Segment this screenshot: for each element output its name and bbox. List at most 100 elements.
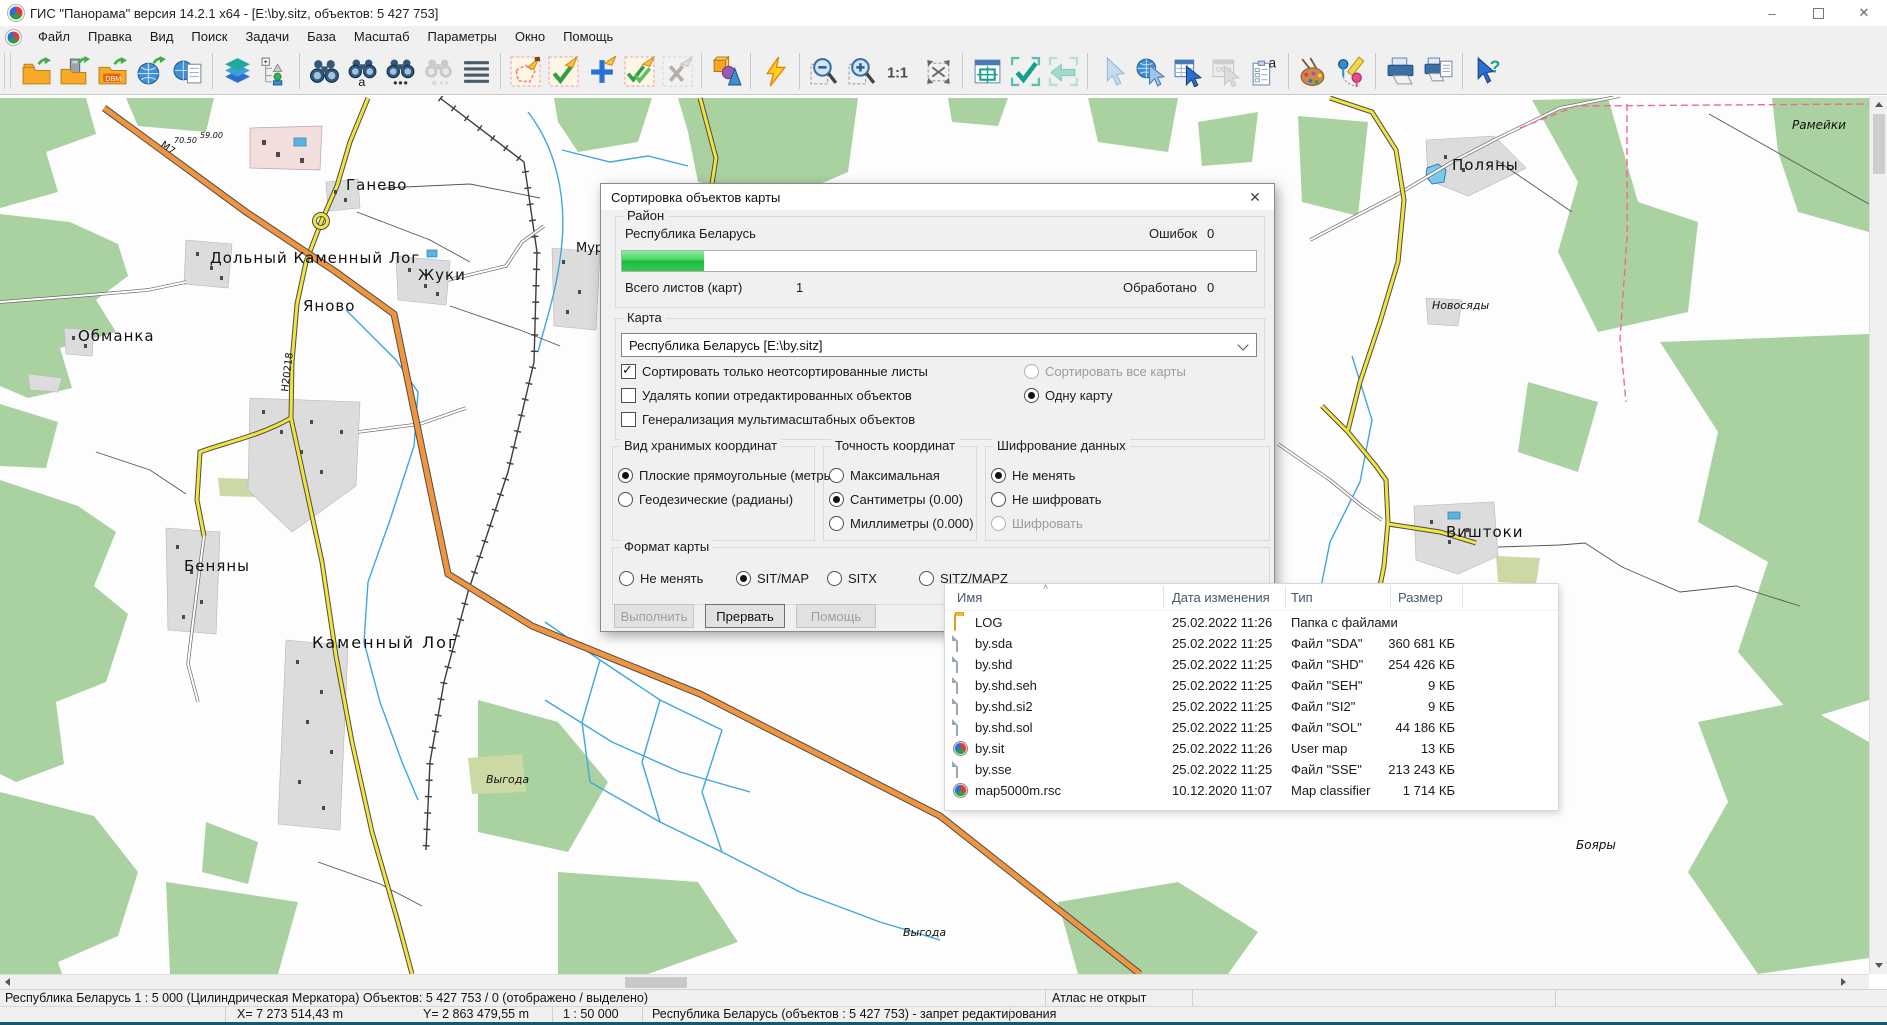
column-name[interactable]: Имя (957, 590, 982, 605)
task-panel-icon[interactable] (968, 50, 1006, 92)
column-type[interactable]: Тип (1291, 590, 1313, 605)
file-name: map5000m.rsc (975, 783, 1061, 798)
radio-coords-list-1[interactable]: Геодезические (радианы) (618, 492, 837, 507)
menu-item-7[interactable]: Параметры (419, 26, 506, 48)
radio-precision-list-1[interactable]: Сантиметры (0.00) (829, 492, 974, 507)
open-map-icon[interactable] (17, 50, 55, 92)
map-label: 59.00 (200, 131, 223, 140)
menu-item-5[interactable]: База (298, 26, 345, 48)
radio-precision-list-2[interactable]: Миллиметры (0.000) (829, 516, 974, 531)
print-preview-icon[interactable] (1419, 50, 1457, 92)
measurements-icon[interactable] (1332, 50, 1370, 92)
file-row[interactable]: by.sit25.02.2022 11:26User map13 КБ (945, 738, 1558, 759)
vertical-scroll-thumb[interactable] (1873, 114, 1885, 174)
file-row[interactable]: by.shd.seh25.02.2022 11:25Файл "SEH"9 КБ (945, 675, 1558, 696)
close-button[interactable]: ✕ (1841, 0, 1887, 26)
radio-scope-list-1[interactable]: Одну карту (1024, 388, 1186, 403)
print-icon[interactable] (1381, 50, 1419, 92)
fit-to-window-icon[interactable] (919, 50, 957, 92)
menu-item-0[interactable]: Файл (29, 26, 79, 48)
scroll-left-icon[interactable] (5, 978, 10, 986)
maximize-button[interactable] (1795, 0, 1841, 26)
radio-format-list-0[interactable]: Не менять (619, 571, 703, 586)
map-passport-icon[interactable] (169, 50, 207, 92)
file-row[interactable]: map5000m.rsc10.12.2020 11:07Map classifi… (945, 780, 1558, 801)
pointer-table-icon[interactable] (1169, 50, 1207, 92)
scale-1-1-icon[interactable]: 1:1 (881, 50, 919, 92)
errors-value: 0 (1207, 226, 1214, 241)
toolbar-grip[interactable] (4, 53, 11, 89)
view-3d-icon[interactable] (707, 50, 745, 92)
option-label: Максимальная (850, 468, 940, 483)
radio-encryption-list-0[interactable]: Не менять (991, 468, 1102, 483)
zoom-out-icon[interactable] (805, 50, 843, 92)
menu-item-3[interactable]: Поиск (182, 26, 236, 48)
scroll-right-icon[interactable] (1841, 978, 1846, 986)
menu-item-8[interactable]: Окно (506, 26, 554, 48)
radio-icon (1024, 364, 1039, 379)
map-label: Каменный Лог (312, 633, 458, 652)
menu-item-6[interactable]: Масштаб (345, 26, 419, 48)
menu-item-1[interactable]: Правка (79, 26, 141, 48)
file-size: 13 КБ (1325, 741, 1455, 756)
map-design-icon[interactable] (1294, 50, 1332, 92)
pointer-database-icon[interactable]: DBM (1207, 50, 1245, 92)
find-selected-icon[interactable] (419, 50, 457, 92)
radio-format-list-2[interactable]: SITX (827, 571, 877, 586)
undo-view-icon[interactable] (1044, 50, 1082, 92)
scroll-up-icon[interactable] (1875, 102, 1883, 107)
map-select[interactable]: Республика Беларусь [E:\by.sitz] (621, 333, 1257, 357)
file-row[interactable]: by.shd.sol25.02.2022 11:25Файл "SOL"44 1… (945, 717, 1558, 738)
menu-item-9[interactable]: Помощь (554, 26, 622, 48)
horizontal-scroll-thumb[interactable] (625, 977, 687, 988)
column-date[interactable]: Дата изменения (1172, 590, 1270, 605)
vertical-scrollbar[interactable] (1869, 96, 1887, 974)
checkbox-cb-list-2[interactable]: Генерализация мультимасштабных объектов (621, 412, 928, 427)
select-add-icon[interactable] (582, 50, 620, 92)
minimize-button[interactable]: – (1749, 0, 1795, 26)
help-icon[interactable]: ? (1468, 50, 1506, 92)
abort-button[interactable]: Прервать (705, 604, 785, 628)
zoom-in-icon[interactable] (843, 50, 881, 92)
menu-item-4[interactable]: Задачи (236, 26, 298, 48)
dialog-close-icon[interactable]: ✕ (1240, 186, 1270, 208)
find-object-icon[interactable] (305, 50, 343, 92)
open-internet-map-icon[interactable] (131, 50, 169, 92)
select-cancel-icon[interactable] (658, 50, 696, 92)
scroll-down-icon[interactable] (1875, 963, 1883, 968)
radio-precision-list-0[interactable]: Максимальная (829, 468, 974, 483)
horizontal-scrollbar[interactable] (0, 974, 1869, 989)
select-confirm-icon[interactable] (544, 50, 582, 92)
pointer-map-icon[interactable] (1131, 50, 1169, 92)
open-server-map-icon[interactable] (55, 50, 93, 92)
pointer-icon[interactable] (1093, 50, 1131, 92)
dialog-titlebar[interactable]: Сортировка объектов карты ✕ (601, 184, 1274, 210)
help-button[interactable]: Помощь (796, 604, 876, 628)
file-size: 44 186 КБ (1325, 720, 1455, 735)
select-double-icon[interactable] (620, 50, 658, 92)
file-row[interactable]: LOG25.02.2022 11:26Папка с файлами (945, 612, 1558, 633)
menu-item-2[interactable]: Вид (141, 26, 183, 48)
find-advanced-icon[interactable] (381, 50, 419, 92)
layers-icon[interactable] (218, 50, 256, 92)
checkbox-cb-list-0[interactable]: Сортировать только неотсортированные лис… (621, 364, 928, 379)
file-row[interactable]: by.sse25.02.2022 11:25Файл "SSE"213 243 … (945, 759, 1558, 780)
region-group-label: Район (623, 209, 668, 222)
column-size[interactable]: Размер (1398, 590, 1443, 605)
object-list-icon[interactable] (457, 50, 495, 92)
execute-button[interactable]: Выполнить (614, 604, 694, 628)
open-database-map-icon[interactable]: DBM (93, 50, 131, 92)
radio-encryption-list-1[interactable]: Не шифровать (991, 492, 1102, 507)
apply-selection-icon[interactable] (1006, 50, 1044, 92)
file-row[interactable]: by.shd.si225.02.2022 11:25Файл "SI2"9 КБ (945, 696, 1558, 717)
radio-coords-list-0[interactable]: Плоские прямоугольные (метры) (618, 468, 837, 483)
quick-redraw-icon[interactable] (756, 50, 794, 92)
find-by-name-icon[interactable]: a (343, 50, 381, 92)
select-area-icon[interactable] (506, 50, 544, 92)
file-row[interactable]: by.sda25.02.2022 11:25Файл "SDA"360 681 … (945, 633, 1558, 654)
object-attributes-icon[interactable]: a (1245, 50, 1283, 92)
file-row[interactable]: by.shd25.02.2022 11:25Файл "SHD"254 426 … (945, 654, 1558, 675)
checkbox-cb-list-1[interactable]: Удалять копии отредактированных объектов (621, 388, 928, 403)
layer-legend-icon[interactable] (256, 50, 294, 92)
radio-format-list-1[interactable]: SIT/MAP (736, 571, 809, 586)
